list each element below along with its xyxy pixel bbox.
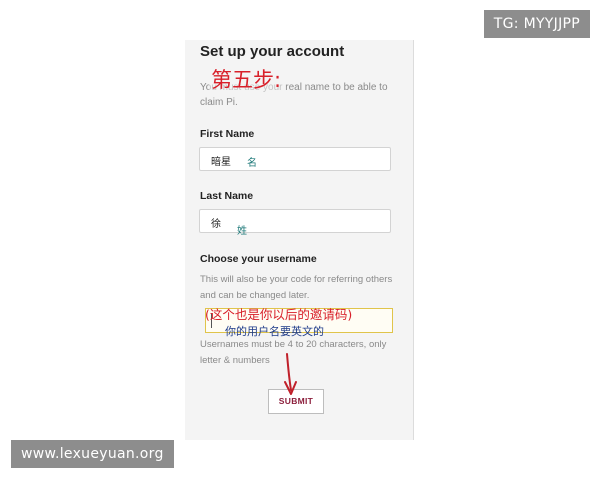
telegram-watermark: TG: MYYJJPP bbox=[483, 10, 590, 38]
last-name-annotation: 姓 bbox=[237, 226, 247, 237]
first-name-value: 暗星 bbox=[211, 157, 231, 168]
first-name-annotation: 名 bbox=[247, 158, 257, 169]
last-name-value: 徐 bbox=[211, 219, 221, 230]
step-annotation: 第五步: bbox=[209, 64, 284, 94]
last-name-label: Last Name bbox=[200, 190, 254, 202]
signup-screen: Set up your account You must use your re… bbox=[185, 40, 414, 440]
username-label: Choose your username bbox=[200, 253, 317, 265]
first-name-field[interactable]: 暗星 bbox=[199, 147, 391, 171]
page-title: Set up your account bbox=[200, 43, 345, 60]
username-annotation: 你的用户名要英文的 bbox=[225, 325, 324, 338]
down-arrow-icon bbox=[284, 353, 297, 395]
website-watermark: www.lexueyuan.org bbox=[11, 440, 174, 468]
invite-code-annotation: (这个也是你以后的邀请码) bbox=[205, 307, 353, 322]
first-name-label: First Name bbox=[200, 128, 255, 140]
last-name-field[interactable]: 徐 bbox=[199, 209, 391, 233]
username-description: This will also be your code for referrin… bbox=[200, 274, 393, 301]
